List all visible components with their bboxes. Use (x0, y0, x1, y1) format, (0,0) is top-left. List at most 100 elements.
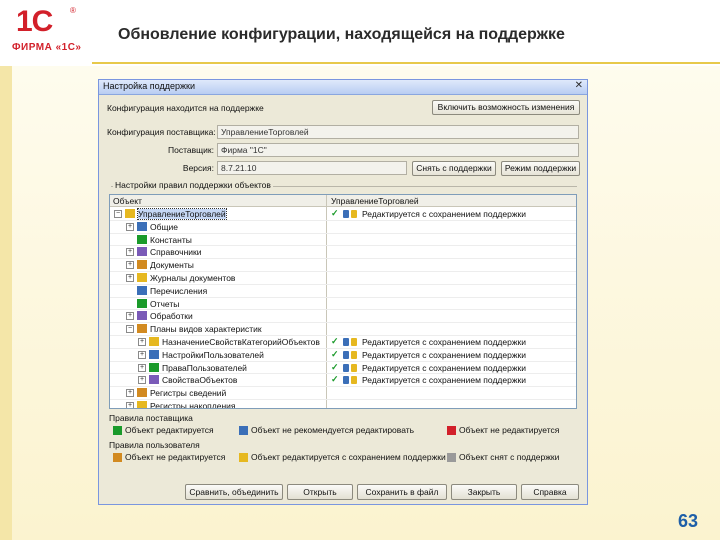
column-header-object[interactable]: Объект (113, 196, 142, 206)
expand-icon[interactable]: + (138, 376, 146, 385)
tree-row[interactable]: + ПраваПользователей ✓ Редактируется с сохр… (110, 361, 576, 375)
expand-icon[interactable]: + (126, 261, 134, 270)
folder-icon (149, 337, 159, 346)
support-settings-window: Настройка поддержки ✕ Конфигурация наход… (98, 79, 588, 505)
folder-icon (137, 401, 147, 408)
logo-text: ФИРМА «1С» (12, 42, 82, 53)
folder-icon (137, 311, 147, 321)
tree-row-name[interactable]: ПраваПользователей (162, 363, 247, 373)
tree-row-name[interactable]: Справочники (150, 247, 202, 257)
grid-header: Объект УправлениеТорговлей (110, 195, 576, 207)
expand-icon[interactable]: + (126, 312, 134, 321)
version-label: Версия: (182, 163, 214, 173)
key-icon (351, 210, 357, 218)
expand-icon[interactable]: + (138, 363, 146, 372)
tree-row[interactable]: + Обработки (110, 310, 576, 324)
tree-row[interactable]: + Регистры накопления (110, 400, 576, 408)
vendor-rules-title: Правила поставщика (109, 413, 193, 423)
save-to-file-button[interactable]: Сохранить в файл (357, 484, 447, 500)
lock-icon (343, 338, 349, 346)
support-mode-button[interactable]: Режим поддержки (501, 161, 580, 176)
folder-icon (137, 298, 147, 308)
header-divider (92, 62, 720, 64)
expand-icon[interactable]: + (126, 389, 134, 398)
vendor-config-label: Конфигурация поставщика: (107, 127, 216, 137)
close-icon[interactable]: ✕ (575, 80, 583, 91)
window-titlebar: Настройка поддержки ✕ (99, 80, 587, 95)
checkmark-icon: ✓ (331, 361, 339, 372)
tree-row[interactable]: Отчеты (110, 298, 576, 311)
tree-row[interactable]: + Журналы документов (110, 272, 576, 285)
vendor-config-field[interactable]: УправлениеТорговлей (217, 125, 579, 139)
legend-label: Объект не рекомендуется редактировать (251, 425, 415, 435)
collapse-icon[interactable]: − (126, 325, 134, 334)
collapse-icon[interactable]: − (114, 210, 122, 218)
tree-row-name[interactable]: Перечисления (150, 286, 207, 296)
folder-icon (149, 362, 159, 372)
folder-icon (137, 285, 147, 295)
folder-icon (125, 209, 135, 218)
key-icon (351, 338, 357, 346)
tree-row-name[interactable]: НазначениеСвойствКатегорийОбъектов (162, 337, 320, 347)
tree-row[interactable]: Перечисления (110, 285, 576, 298)
legend-label: Объект снят с поддержки (459, 452, 560, 462)
column-header-vendor[interactable]: УправлениеТорговлей (331, 196, 419, 206)
tree-row-name[interactable]: Константы (150, 235, 192, 245)
tree-row[interactable]: + Общие (110, 221, 576, 234)
tree-row-status: Редактируется с сохранением поддержки (362, 209, 526, 219)
lock-icon (343, 350, 349, 359)
close-button[interactable]: Закрыть (451, 484, 517, 500)
tree-row[interactable]: + Справочники (110, 246, 576, 260)
tree-row[interactable]: + НастройкиПользователей ✓ Редактируется с … (110, 348, 576, 362)
vendor-field[interactable]: Фирма "1С" (217, 143, 579, 157)
tree-row-name[interactable]: Отчеты (150, 299, 179, 309)
group-title: Настройки правил поддержки объектов (113, 180, 273, 190)
tree-row-name[interactable]: Регистры накопления (150, 401, 236, 408)
expand-icon[interactable]: + (126, 248, 134, 257)
tree-row-name[interactable]: Документы (150, 260, 194, 270)
help-button[interactable]: Справка (521, 484, 579, 500)
open-button[interactable]: Открыть (287, 484, 353, 500)
folder-icon (137, 234, 147, 244)
tree-row[interactable]: + СвойстваОбъектов ✓ Редактируется с сохран… (110, 374, 576, 388)
tree-row-name[interactable]: Общие (150, 222, 178, 232)
expand-icon[interactable]: + (126, 402, 134, 408)
tree-row-name[interactable]: УправлениеТорговлей (137, 208, 227, 220)
checkmark-icon: ✓ (331, 348, 339, 359)
tree-row[interactable]: + Документы (110, 259, 576, 272)
tree-row[interactable]: − Планы видов характеристик (110, 323, 576, 336)
folder-icon (149, 349, 159, 359)
tree-row[interactable]: Константы (110, 234, 576, 247)
expand-icon[interactable]: + (126, 222, 134, 231)
enable-changes-button[interactable]: Включить возможность изменения (432, 100, 580, 115)
checkmark-icon: ✓ (331, 374, 339, 385)
key-icon (351, 350, 357, 359)
tree-row-name[interactable]: Обработки (150, 311, 193, 321)
expand-icon[interactable]: + (138, 350, 146, 359)
tree-row-name[interactable]: Регистры сведений (150, 388, 226, 398)
version-field[interactable]: 8.7.21.10 (217, 161, 407, 175)
tree-row[interactable]: − УправлениеТорговлей ✓ Редактируется с сох… (110, 208, 576, 221)
legend-icon (239, 426, 248, 435)
tree-row-name[interactable]: Планы видов характеристик (150, 324, 262, 334)
tree-row-name[interactable]: Журналы документов (150, 273, 235, 283)
tree-row-name[interactable]: НастройкиПользователей (162, 350, 264, 360)
lock-icon (343, 210, 349, 218)
folder-icon (137, 221, 147, 231)
page-number: 63 (677, 511, 698, 531)
legend-label: Объект не редактируется (459, 425, 560, 435)
tree-row-status: Редактируется с сохранением поддержки (362, 362, 526, 373)
remove-support-button[interactable]: Снять с поддержки (412, 161, 496, 176)
legend-label: Объект не редактируется (125, 452, 226, 462)
folder-icon (137, 247, 147, 257)
expand-icon[interactable]: + (126, 274, 134, 282)
tree-row-name[interactable]: СвойстваОбъектов (162, 375, 237, 385)
expand-icon[interactable]: + (138, 338, 146, 346)
folder-icon (137, 273, 147, 282)
tree-row[interactable]: + НазначениеСвойствКатегорийОбъектов ✓ Реда… (110, 336, 576, 349)
compare-merge-button[interactable]: Сравнить, объединить (185, 484, 283, 500)
checkmark-icon: ✓ (331, 336, 339, 346)
tree-row[interactable]: + Регистры сведений (110, 387, 576, 400)
support-rules-tree[interactable]: Объект УправлениеТорговлей − УправлениеТо… (109, 194, 577, 409)
tree-row-status: Редактируется с сохранением поддержки (362, 375, 526, 386)
